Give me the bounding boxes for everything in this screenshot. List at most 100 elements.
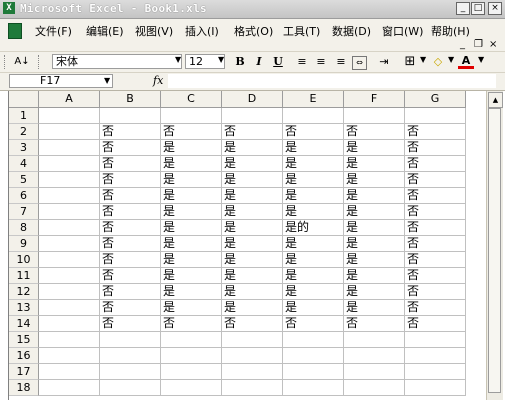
cell-e17[interactable] [283,364,344,380]
cell-b12[interactable]: 否 [100,284,161,300]
cell-e16[interactable] [283,348,344,364]
cell-d15[interactable] [222,332,283,348]
cell-b17[interactable] [100,364,161,380]
borders-icon[interactable]: ⊞ [402,54,418,70]
cell-f6[interactable]: 是 [344,188,405,204]
cell-g5[interactable]: 否 [405,172,466,188]
cell-f4[interactable]: 是 [344,156,405,172]
row-header[interactable]: 1 [9,108,39,124]
menu-insert[interactable]: 插入(I) [185,23,219,39]
cell-e18[interactable] [283,380,344,396]
menu-file[interactable]: 文件(F) [35,23,72,39]
cell-c6[interactable]: 是 [161,188,222,204]
row-header[interactable]: 12 [9,284,39,300]
cell-f12[interactable]: 是 [344,284,405,300]
cell-g4[interactable]: 否 [405,156,466,172]
increase-indent-icon[interactable]: ⇥ [376,54,392,70]
cell-g3[interactable]: 否 [405,140,466,156]
cell-b10[interactable]: 否 [100,252,161,268]
cell-d2[interactable]: 否 [222,124,283,140]
chevron-down-icon[interactable]: ▼ [218,55,224,64]
bold-button[interactable]: B [232,54,248,70]
cell-g17[interactable] [405,364,466,380]
cell-c9[interactable]: 是 [161,236,222,252]
cell-a3[interactable] [39,140,100,156]
toolbar-grip[interactable] [38,55,42,69]
formula-input[interactable] [168,74,496,88]
cell-c3[interactable]: 是 [161,140,222,156]
cell-d18[interactable] [222,380,283,396]
cell-d1[interactable] [222,108,283,124]
cell-a6[interactable] [39,188,100,204]
cell-f2[interactable]: 否 [344,124,405,140]
cell-e13[interactable]: 是 [283,300,344,316]
column-header-a[interactable]: A [39,91,100,108]
cell-a13[interactable] [39,300,100,316]
row-header[interactable]: 18 [9,380,39,396]
merge-center-icon[interactable]: ⇔ [352,56,367,70]
chevron-down-icon[interactable]: ▼ [420,55,426,64]
cell-c2[interactable]: 否 [161,124,222,140]
doc-restore-button[interactable]: ❐ [474,39,483,50]
toolbar-grip[interactable] [4,55,8,69]
cell-d5[interactable]: 是 [222,172,283,188]
row-header[interactable]: 17 [9,364,39,380]
cell-a10[interactable] [39,252,100,268]
cell-f10[interactable]: 是 [344,252,405,268]
cell-f8[interactable]: 是 [344,220,405,236]
cell-g16[interactable] [405,348,466,364]
cell-c16[interactable] [161,348,222,364]
cell-e7[interactable]: 是 [283,204,344,220]
cell-a17[interactable] [39,364,100,380]
cell-f15[interactable] [344,332,405,348]
row-header[interactable]: 4 [9,156,39,172]
cell-a18[interactable] [39,380,100,396]
cell-f14[interactable]: 否 [344,316,405,332]
cell-d4[interactable]: 是 [222,156,283,172]
row-header[interactable]: 11 [9,268,39,284]
cell-c10[interactable]: 是 [161,252,222,268]
minimize-button[interactable]: _ [456,2,470,15]
menu-view[interactable]: 视图(V) [135,23,173,39]
cell-f17[interactable] [344,364,405,380]
cell-d14[interactable]: 否 [222,316,283,332]
cell-b11[interactable]: 否 [100,268,161,284]
row-header[interactable]: 13 [9,300,39,316]
cell-f3[interactable]: 是 [344,140,405,156]
cell-f11[interactable]: 是 [344,268,405,284]
font-color-button[interactable]: A [458,54,474,69]
cell-b16[interactable] [100,348,161,364]
cell-e2[interactable]: 否 [283,124,344,140]
cell-a8[interactable] [39,220,100,236]
cell-g9[interactable]: 否 [405,236,466,252]
font-name-select[interactable]: 宋体 [52,54,182,69]
cell-d3[interactable]: 是 [222,140,283,156]
cell-e4[interactable]: 是 [283,156,344,172]
cell-c13[interactable]: 是 [161,300,222,316]
cell-d7[interactable]: 是 [222,204,283,220]
cell-b2[interactable]: 否 [100,124,161,140]
column-header-d[interactable]: D [222,91,283,108]
cell-a5[interactable] [39,172,100,188]
cell-c18[interactable] [161,380,222,396]
menu-data[interactable]: 数据(D) [332,23,371,39]
row-header[interactable]: 10 [9,252,39,268]
name-box[interactable]: F17 [9,74,113,88]
row-header[interactable]: 14 [9,316,39,332]
column-header-g[interactable]: G [405,91,466,108]
menu-format[interactable]: 格式(O) [234,23,273,39]
cell-f7[interactable]: 是 [344,204,405,220]
align-right-icon[interactable]: ≡ [333,54,349,70]
row-header[interactable]: 3 [9,140,39,156]
cell-c8[interactable]: 是 [161,220,222,236]
cell-g11[interactable]: 否 [405,268,466,284]
cell-b15[interactable] [100,332,161,348]
column-header-e[interactable]: E [283,91,344,108]
column-header-c[interactable]: C [161,91,222,108]
cell-e15[interactable] [283,332,344,348]
cell-g12[interactable]: 否 [405,284,466,300]
maximize-button[interactable]: □ [471,2,485,15]
underline-button[interactable]: U [270,54,286,70]
cell-g13[interactable]: 否 [405,300,466,316]
cell-f5[interactable]: 是 [344,172,405,188]
